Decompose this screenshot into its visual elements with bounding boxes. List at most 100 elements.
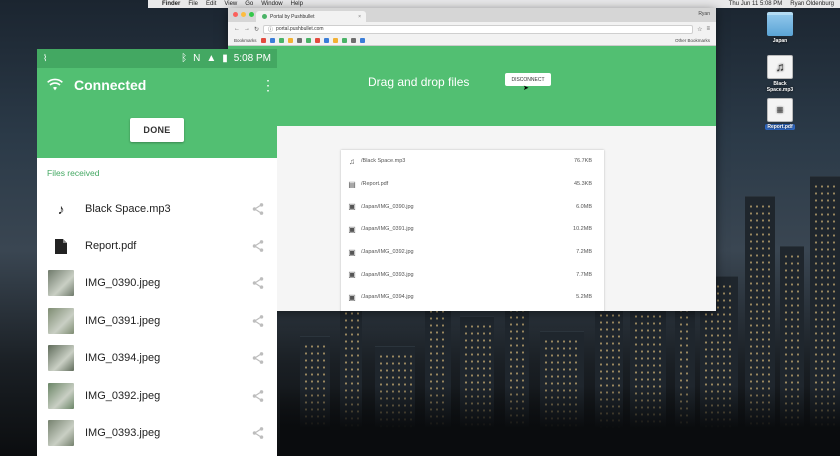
menu-window[interactable]: Window <box>261 1 282 7</box>
address-bar[interactable]: ⓘ portal.pushbullet.com <box>263 24 694 34</box>
bookmark-favicon-icon[interactable] <box>332 38 338 43</box>
foreground-hill <box>280 386 840 456</box>
thumbnail-container <box>47 270 75 297</box>
image-icon: ▣ <box>348 224 356 234</box>
portal-file-row[interactable]: ▣ /Japan/IMG_0392.jpg 7.2MB <box>341 241 604 264</box>
menu-edit[interactable]: Edit <box>206 1 216 7</box>
menu-help[interactable]: Help <box>291 1 303 7</box>
other-bookmarks[interactable]: Other Bookmarks <box>675 38 710 43</box>
received-file-row[interactable]: IMG_0392.jpeg <box>37 377 277 414</box>
portal-file-size: 10.2MB <box>573 226 592 233</box>
portal-file-name: /Black Space.mp3 <box>361 158 406 165</box>
portal-file-name: /Japan/IMG_0390.jpg <box>361 203 414 210</box>
portal-file-row[interactable]: ▣ /Japan/IMG_0393.jpg 7.7MB <box>341 263 604 286</box>
portal-file-row[interactable]: ▣ /Japan/IMG_0394.jpg 5.2MB <box>341 286 604 309</box>
received-file-name: IMG_0393.jpeg <box>85 427 161 440</box>
document-icon <box>47 233 75 259</box>
pdf-file-icon: ≡ <box>767 98 793 122</box>
bookmark-favicon-icon[interactable] <box>305 38 311 43</box>
received-file-name: Report.pdf <box>85 240 137 253</box>
nfc-icon: N <box>193 53 201 64</box>
share-icon[interactable] <box>251 389 265 403</box>
bookmark-favicon-icon[interactable] <box>296 38 302 43</box>
portal-file-name: /Japan/IMG_0394.jpg <box>361 294 414 301</box>
share-icon[interactable] <box>251 426 265 440</box>
tab-pushbullet-portal[interactable]: Portal by Pushbullet × <box>256 11 366 22</box>
received-files-list: ♪ Black Space.mp3 Report.pdf IMG_0390.jpeg I… <box>37 190 277 452</box>
portal-file-size: 6.0MB <box>576 203 592 210</box>
portal-file-row[interactable]: ▤ /Report.pdf 45.3KB <box>341 173 604 196</box>
url-text: portal.pushbullet.com <box>276 26 324 32</box>
bookmark-star-icon[interactable]: ☆ <box>697 26 702 33</box>
desktop-icon-japan[interactable]: Japan <box>763 12 797 44</box>
files-received-heading: Files received <box>47 168 100 178</box>
desktop-icon-black-space[interactable]: ♫ Black Space.mp3 <box>763 55 797 93</box>
image-icon: ▣ <box>348 202 356 212</box>
notification-icon: ⌇ <box>43 53 48 63</box>
portal-body: ♫ /Black Space.mp3 76.7KB ▤ /Report.pdf 45.3K… <box>228 126 716 311</box>
received-file-row[interactable]: IMG_0391.jpeg <box>37 302 277 339</box>
portal-file-row[interactable]: ▣ /Japan/IMG_0391.jpg 10.2MB <box>341 218 604 241</box>
image-icon: ▣ <box>348 247 356 257</box>
close-tab-icon[interactable]: × <box>358 14 361 20</box>
page-title: Connected <box>74 77 147 93</box>
portal-file-size: 7.7MB <box>576 271 592 278</box>
menu-go[interactable]: Go <box>245 1 253 7</box>
share-icon[interactable] <box>251 314 265 328</box>
bookmark-favicon-icon[interactable] <box>323 38 329 43</box>
image-thumbnail <box>48 420 74 447</box>
received-file-row[interactable]: IMG_0390.jpeg <box>37 265 277 302</box>
wifi-icon <box>47 78 63 91</box>
menubar-user[interactable]: Ryan Oldenburg <box>790 1 834 7</box>
bookmark-favicon-icon[interactable] <box>341 38 347 43</box>
portal-header: Drag and drop files DISCONNECT ➤ <box>228 46 716 126</box>
bookmark-favicon-icon[interactable] <box>350 38 356 43</box>
page-info-icon[interactable]: ⓘ <box>268 26 273 33</box>
image-icon: ▣ <box>348 292 356 302</box>
portal-file-row[interactable]: ▣ /Japan/IMG_0390.jpg 6.0MB <box>341 195 604 218</box>
share-icon[interactable] <box>251 239 265 253</box>
minimize-window-button[interactable] <box>241 12 246 17</box>
portal-file-row[interactable]: ♫ /Black Space.mp3 76.7KB <box>341 150 604 173</box>
share-icon[interactable] <box>251 276 265 290</box>
bookmark-favicon-icon[interactable] <box>314 38 320 43</box>
window-controls <box>233 12 254 17</box>
more-options-icon[interactable]: ⋮ <box>261 78 275 92</box>
share-icon[interactable] <box>251 202 265 216</box>
portal-file-name: /Report.pdf <box>361 181 389 188</box>
zoom-window-button[interactable] <box>249 12 254 17</box>
received-file-row[interactable]: IMG_0393.jpeg <box>37 414 277 451</box>
received-file-row[interactable]: IMG_0394.jpeg <box>37 340 277 377</box>
portal-file-size: 76.7KB <box>573 158 592 165</box>
bookmark-favicon-icon[interactable] <box>359 38 365 43</box>
desktop-icon-report[interactable]: ≡ Report.pdf <box>763 98 797 130</box>
bookmark-favicon-icon[interactable] <box>260 38 266 43</box>
portal-file-size: 7.2MB <box>576 249 592 256</box>
mouse-cursor-icon: ➤ <box>523 85 529 92</box>
bookmark-favicon-icon[interactable] <box>278 38 284 43</box>
menu-file[interactable]: File <box>188 1 198 7</box>
menu-view[interactable]: View <box>224 1 237 7</box>
menu-finder[interactable]: Finder <box>162 1 180 7</box>
forward-icon[interactable]: → <box>244 26 250 32</box>
browser-toolbar: ← → ↻ ⓘ portal.pushbullet.com ☆ ≡ <box>228 22 716 36</box>
bookmark-favicon-icon[interactable] <box>287 38 293 43</box>
menu-icon[interactable]: ≡ <box>706 26 710 32</box>
received-file-name: IMG_0390.jpeg <box>85 277 161 290</box>
received-file-row[interactable]: Report.pdf <box>37 227 277 264</box>
menubar-clock[interactable]: Thu Jun 11 5:08 PM <box>729 1 783 7</box>
back-icon[interactable]: ← <box>234 26 240 32</box>
image-thumbnail <box>48 382 74 409</box>
thumbnail-container <box>47 307 75 334</box>
reload-icon[interactable]: ↻ <box>254 26 259 33</box>
close-window-button[interactable] <box>233 12 238 17</box>
portal-file-size: 5.2MB <box>576 294 592 301</box>
profile-button[interactable]: Ryan <box>698 11 710 17</box>
image-thumbnail <box>48 270 74 297</box>
bluetooth-icon: ᛒ <box>181 53 188 64</box>
bookmarks-apps-label[interactable]: Bookmarks <box>234 38 257 43</box>
done-button[interactable]: DONE <box>130 118 184 142</box>
share-icon[interactable] <box>251 351 265 365</box>
received-file-row[interactable]: ♪ Black Space.mp3 <box>37 190 277 227</box>
bookmark-favicon-icon[interactable] <box>269 38 275 43</box>
